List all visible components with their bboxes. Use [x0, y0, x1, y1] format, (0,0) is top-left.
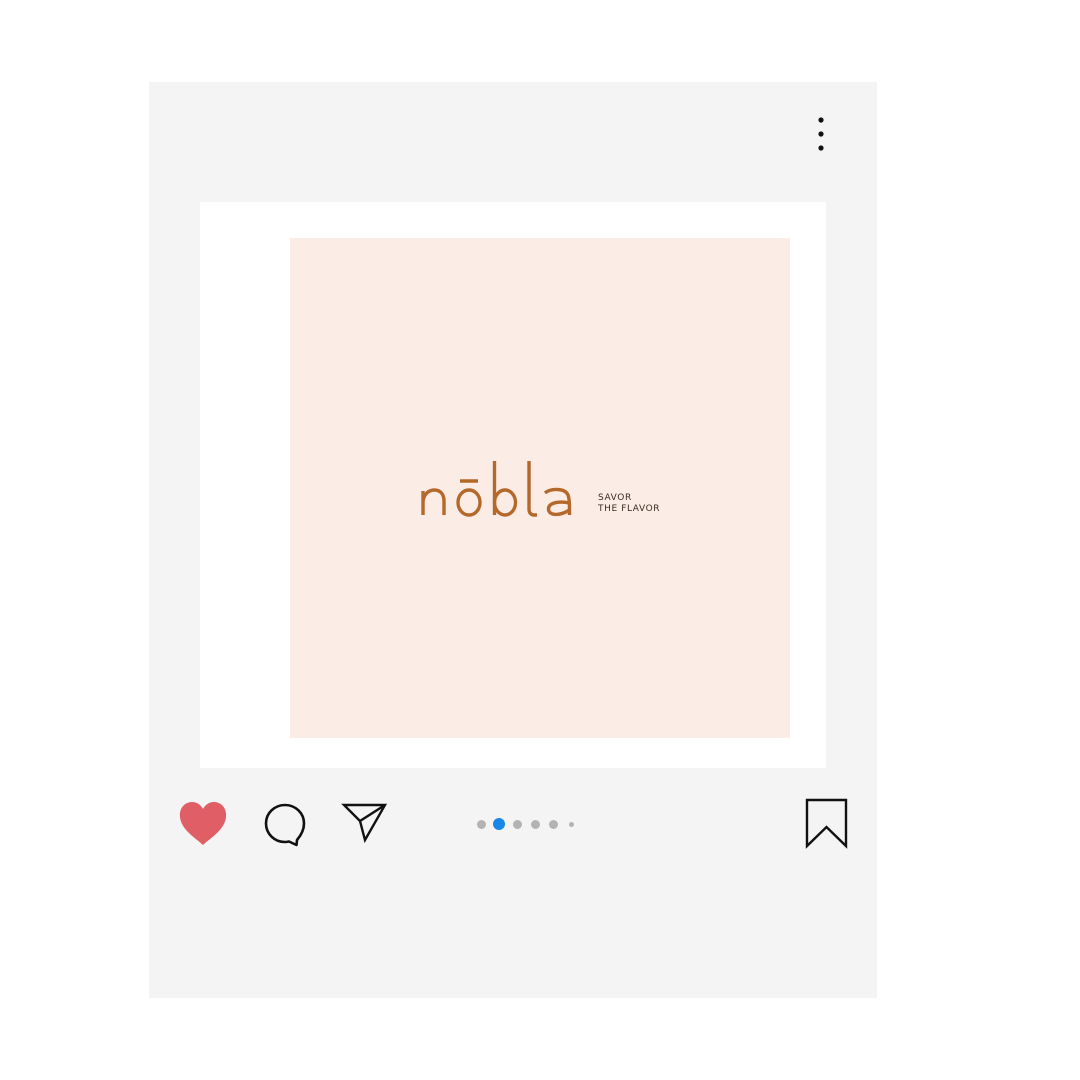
carousel-indicator: [475, 817, 585, 831]
like-button[interactable]: [177, 800, 229, 848]
carousel-dot[interactable]: [530, 819, 540, 829]
more-vertical-icon: [818, 117, 824, 151]
social-post-card: SAVOR THE FLAVOR: [149, 82, 877, 998]
post-image[interactable]: SAVOR THE FLAVOR: [290, 238, 790, 738]
paper-plane-icon: [341, 803, 388, 844]
comment-button[interactable]: [261, 800, 309, 848]
more-options-button[interactable]: [803, 112, 839, 156]
tagline-line-2: THE FLAVOR: [598, 504, 661, 514]
brand-logo: SAVOR THE FLAVOR: [420, 457, 660, 517]
carousel-dot[interactable]: [512, 819, 522, 829]
post-image-frame: SAVOR THE FLAVOR: [200, 202, 826, 768]
carousel-dot[interactable]: [493, 818, 505, 830]
save-button[interactable]: [803, 797, 851, 849]
carousel-dot[interactable]: [476, 819, 486, 829]
carousel-dot[interactable]: [568, 821, 574, 827]
bookmark-icon: [805, 798, 848, 849]
tagline-line-1: SAVOR: [598, 493, 632, 503]
comment-bubble-icon: [264, 803, 306, 847]
share-button[interactable]: [341, 800, 389, 848]
carousel-dot[interactable]: [548, 819, 558, 829]
brand-wordmark: [421, 461, 572, 517]
heart-icon: [179, 802, 227, 845]
brand-tagline: SAVOR THE FLAVOR: [598, 493, 660, 515]
